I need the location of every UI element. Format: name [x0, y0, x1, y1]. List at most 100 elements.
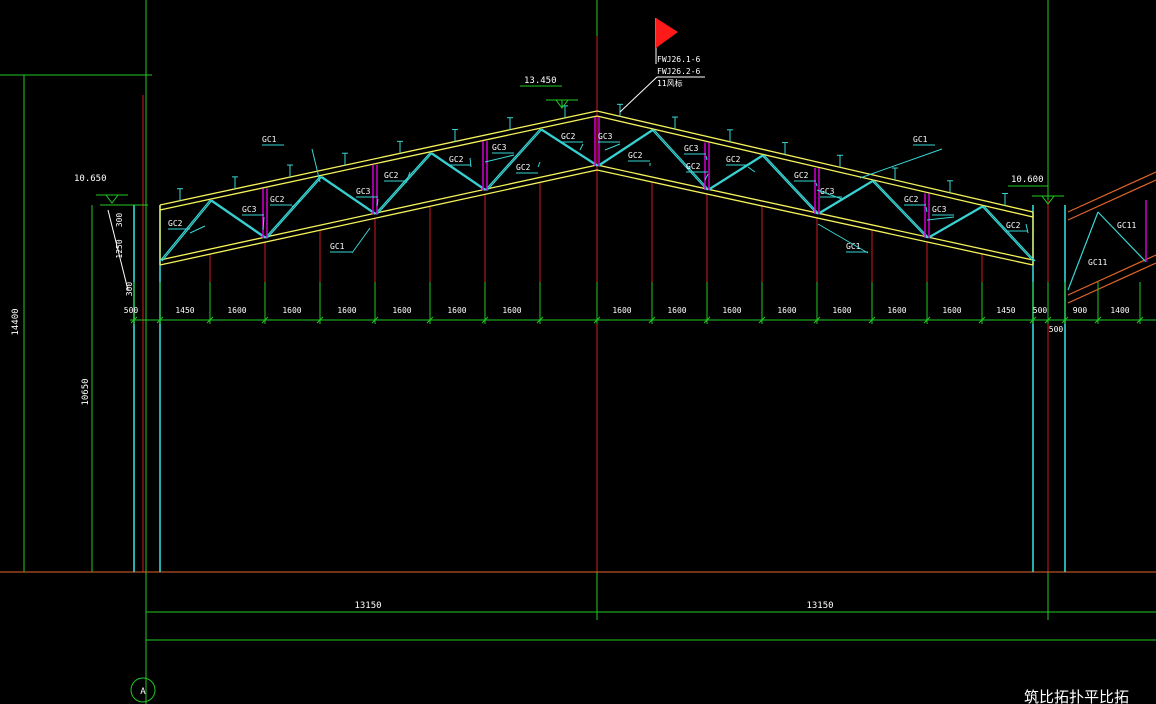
column-height-dim: 10650 — [81, 378, 91, 405]
label-leader-9 — [579, 143, 584, 151]
label-leader-8 — [537, 161, 541, 168]
total-height-dim: 14400 — [11, 308, 21, 335]
dim-text-left-2: 1600 — [227, 306, 246, 315]
far-label-2: GC11 — [1088, 258, 1107, 267]
label-leader-1 — [189, 225, 206, 234]
far-truss-bottom-b — [1067, 262, 1156, 304]
bottom-dimension-texts: 500 1450 1600 1600 1600 1600 1600 1600 1600 1600 1… — [124, 306, 1130, 315]
member-label-gc2-17: GC2 — [904, 195, 919, 204]
label-leader-6 — [469, 157, 472, 168]
label-leader-10 — [604, 143, 621, 151]
web-diagonal-b-0 — [161, 199, 213, 262]
member-label-gc3-4: GC3 — [356, 187, 371, 196]
web-diagonal-11 — [761, 154, 818, 215]
member-label-gc2-19: GC2 — [1006, 221, 1021, 230]
far-web-1 — [1067, 211, 1099, 291]
far-web-2 — [1097, 211, 1147, 263]
member-label-gc3-10: GC3 — [598, 132, 613, 141]
sub-dim: 500 — [1049, 325, 1064, 334]
ridge-elevation: 13.450 — [524, 76, 557, 86]
grid-axis-label: A — [140, 687, 146, 697]
member-label-gc2-11: GC2 — [628, 151, 643, 160]
dim-text-left-1: 1450 — [175, 306, 194, 315]
dimension-lines — [96, 76, 1156, 324]
member-label-gc3-12: GC3 — [684, 144, 699, 153]
dim-text-right-5: 1600 — [887, 306, 906, 315]
member-label-gc3-7: GC3 — [492, 143, 507, 152]
dim-text-right-6: 1600 — [942, 306, 961, 315]
left-elev-marker-icon — [105, 194, 119, 204]
top-chord-left-0 — [159, 110, 598, 206]
dim-text-right-8: 500 — [1033, 306, 1048, 315]
label-leader-15 — [815, 182, 818, 187]
member-label-gc2-15: GC2 — [794, 171, 809, 180]
web-diagonal-b-11 — [763, 154, 820, 215]
dim-text-right-7: 1450 — [996, 306, 1015, 315]
label-leader-12 — [705, 155, 708, 161]
span-dim-right: 13150 — [806, 601, 833, 611]
top-chord-left-1 — [159, 115, 598, 211]
member-label-gc2-6: GC2 — [449, 155, 464, 164]
member-label-gc2-13: GC2 — [686, 162, 701, 171]
dim-text-left-7: 1600 — [502, 306, 521, 315]
label-leader-19 — [1025, 223, 1029, 234]
member-label-gc2-1: GC2 — [168, 219, 183, 228]
far-truss-bottom — [1067, 254, 1156, 296]
label-leader-17 — [925, 206, 928, 213]
depth-dim-bottom: 300 — [125, 282, 134, 297]
dim-text-left-4: 1600 — [337, 306, 356, 315]
dim-text-left-6: 1600 — [447, 306, 466, 315]
dim-text-left-5: 1600 — [392, 306, 411, 315]
member-label-gc1-20: GC1 — [913, 135, 928, 144]
member-label-gc2-8: GC2 — [516, 163, 531, 172]
member-label-gc2-3: GC2 — [270, 195, 285, 204]
web-diagonal-0 — [159, 199, 211, 262]
member-label-gc3-18: GC3 — [932, 205, 947, 214]
web-diagonal-13 — [871, 180, 928, 239]
span-dim-left: 13150 — [354, 601, 381, 611]
dim-text-far-0: 900 — [1073, 306, 1088, 315]
dim-text-right-3: 1600 — [777, 306, 796, 315]
left-eave-elevation: 10.650 — [74, 174, 107, 184]
member-label-gc2-14: GC2 — [726, 155, 741, 164]
dim-text-right-0: 1600 — [612, 306, 631, 315]
label-leader-7 — [484, 154, 515, 163]
member-label-gc2-9: GC2 — [561, 132, 576, 141]
flag-leader — [619, 76, 658, 113]
member-label-gc1-21: GC1 — [330, 242, 345, 251]
label-leader-20 — [859, 148, 943, 179]
dim-text-right-4: 1600 — [832, 306, 851, 315]
flag-label-2: FWJ26.2-6 — [657, 67, 701, 76]
grid-lines — [0, 0, 1156, 704]
web-diagonal-1 — [209, 199, 266, 239]
label-leader-22 — [817, 223, 869, 254]
web-diagonal-b-15 — [983, 205, 1036, 262]
far-truss-top-b — [1067, 179, 1156, 221]
web-diagonal-9 — [651, 129, 708, 191]
cad-drawing-canvas[interactable]: FWJ26.1-6 FWJ26.2-6 11风标 13.450 10.650 1… — [0, 0, 1156, 704]
dim-text-far-1: 1400 — [1110, 306, 1129, 315]
label-leader-21 — [351, 227, 371, 254]
dim-text-right-2: 1600 — [722, 306, 741, 315]
dim-text-left-0: 500 — [124, 306, 139, 315]
label-leader-14 — [747, 166, 756, 173]
web-diagonal-b-13 — [873, 180, 930, 239]
far-label-1: GC11 — [1117, 221, 1136, 230]
member-label-gc1-22: GC1 — [846, 242, 861, 251]
far-truss-top — [1067, 171, 1156, 213]
web-diagonal-15 — [981, 205, 1034, 262]
depth-dim-top: 300 — [115, 213, 124, 228]
web-diagonal-b-9 — [653, 129, 710, 191]
label-leader-18 — [926, 216, 955, 221]
bottom-chord-left-1 — [159, 169, 598, 266]
member-label-gc3-2: GC3 — [242, 205, 257, 214]
right-eave-elevation: 10.600 — [1011, 175, 1044, 185]
flag-label-3: 11风标 — [657, 78, 683, 88]
corner-text: 筑比拓扑平比拓 — [1024, 688, 1129, 704]
depth-dim-mid: 1250 — [115, 239, 124, 258]
dim-text-left-3: 1600 — [282, 306, 301, 315]
truss-structure — [133, 103, 1156, 572]
web-diagonal-b-1 — [211, 199, 268, 239]
member-label-gc1-0: GC1 — [262, 135, 277, 144]
dim-text-right-1: 1600 — [667, 306, 686, 315]
